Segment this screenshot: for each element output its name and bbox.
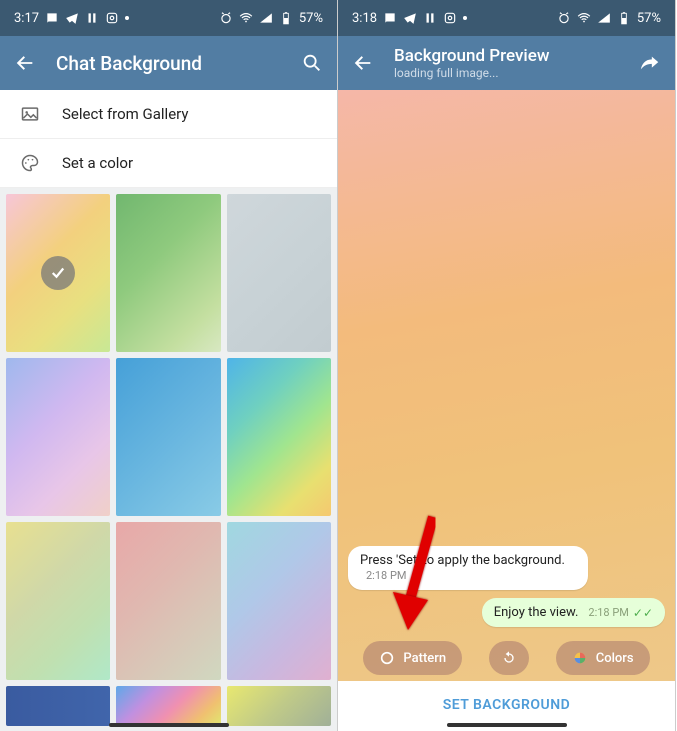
telegram-icon: [403, 11, 417, 25]
status-time: 3:18: [352, 11, 377, 26]
wallpaper-tile[interactable]: [6, 686, 110, 726]
message-text: Enjoy the view.: [494, 605, 579, 620]
wallpaper-grid: [0, 188, 337, 686]
appbar-subtitle: loading full image...: [394, 66, 619, 80]
option-gallery-label: Select from Gallery: [62, 105, 188, 123]
signal-icon: [597, 11, 611, 25]
option-color-label: Set a color: [62, 154, 133, 172]
battery-icon: [279, 11, 293, 25]
image-icon: [20, 104, 40, 124]
appbar-title: Background Preview: [394, 46, 619, 66]
home-indicator[interactable]: [109, 723, 229, 727]
search-icon[interactable]: [301, 52, 323, 74]
back-icon[interactable]: [352, 52, 374, 74]
palette-icon: [20, 153, 40, 173]
app-bar: Chat Background: [0, 36, 337, 90]
wallpaper-tile[interactable]: [227, 358, 331, 516]
status-bar: 3:18 57%: [338, 0, 675, 36]
rotate-chip[interactable]: [489, 641, 529, 675]
wallpaper-tile[interactable]: [116, 686, 220, 726]
message-text: Press 'Set' to apply the background.: [360, 553, 565, 568]
pause-icon: [85, 11, 99, 25]
notif-icon: [45, 11, 59, 25]
status-time: 3:17: [14, 11, 39, 26]
pause-icon: [423, 11, 437, 25]
wallpaper-tile[interactable]: [116, 194, 220, 352]
wallpaper-tile[interactable]: [6, 522, 110, 680]
message-timestamp: 2:18 PM: [588, 606, 628, 619]
phone-right: 3:18 57% Background Preview loading full…: [338, 0, 676, 731]
colors-chip[interactable]: Colors: [556, 641, 650, 675]
pattern-chip[interactable]: Pattern: [363, 641, 462, 675]
chip-label: Pattern: [403, 651, 446, 666]
more-dot-icon: [125, 16, 129, 20]
more-dot-icon: [463, 16, 467, 20]
instagram-icon: [443, 11, 457, 25]
color-wheel-icon: [572, 650, 588, 666]
option-gallery[interactable]: Select from Gallery: [0, 90, 337, 139]
selected-check-icon: [41, 256, 75, 290]
wallpaper-tile[interactable]: [116, 522, 220, 680]
read-ticks-icon: ✓✓: [633, 606, 653, 620]
wifi-icon: [239, 11, 253, 25]
wallpaper-tile[interactable]: [116, 358, 220, 516]
message-incoming: Press 'Set' to apply the background. 2:1…: [348, 546, 665, 590]
instagram-icon: [105, 11, 119, 25]
home-indicator[interactable]: [447, 723, 567, 727]
chip-label: Colors: [596, 651, 634, 666]
status-bar: 3:17 57%: [0, 0, 337, 36]
chip-row: Pattern Colors: [338, 631, 675, 681]
telegram-icon: [65, 11, 79, 25]
status-battery: 57%: [299, 11, 323, 26]
message-timestamp: 2:18 PM: [366, 569, 406, 582]
app-bar: Background Preview loading full image...: [338, 36, 675, 90]
circle-outline-icon: [379, 650, 395, 666]
rotate-icon: [501, 650, 517, 666]
wifi-icon: [577, 11, 591, 25]
wallpaper-tile[interactable]: [6, 358, 110, 516]
signal-icon: [259, 11, 273, 25]
wallpaper-tile[interactable]: [227, 194, 331, 352]
wallpaper-tile[interactable]: [227, 522, 331, 680]
phone-left: 3:17 57% Chat Background Select from Gal…: [0, 0, 338, 731]
alarm-icon: [557, 11, 571, 25]
status-battery: 57%: [637, 11, 661, 26]
option-color[interactable]: Set a color: [0, 139, 337, 188]
back-icon[interactable]: [14, 52, 36, 74]
appbar-title: Chat Background: [56, 52, 281, 75]
wallpaper-tile[interactable]: [227, 686, 331, 726]
battery-icon: [617, 11, 631, 25]
wallpaper-tile[interactable]: [6, 194, 110, 352]
message-outgoing: Enjoy the view. 2:18 PM ✓✓: [348, 598, 665, 627]
share-icon[interactable]: [639, 52, 661, 74]
alarm-icon: [219, 11, 233, 25]
background-preview: Press 'Set' to apply the background. 2:1…: [338, 90, 675, 731]
notif-icon: [383, 11, 397, 25]
